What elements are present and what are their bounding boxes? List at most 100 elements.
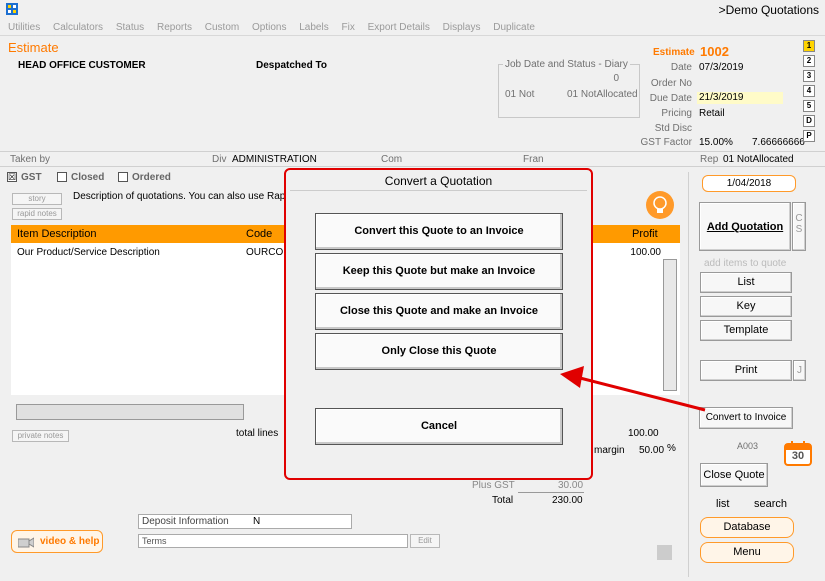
customer-name[interactable]: HEAD OFFICE CUSTOMER	[18, 60, 146, 71]
j-button[interactable]: J	[793, 360, 806, 381]
diary-count: 0	[613, 73, 619, 84]
diary-legend: Job Date and Status - Diary	[503, 59, 630, 70]
title-bar: >Demo Quotations	[0, 0, 825, 20]
keep-quote-make-invoice-option[interactable]: Keep this Quote but make an Invoice	[315, 253, 563, 290]
edit-button[interactable]: Edit	[410, 534, 440, 548]
video-help-button[interactable]: video & help	[11, 530, 103, 553]
total-label: Total	[492, 495, 514, 506]
col-profit[interactable]: Profit	[632, 228, 658, 240]
due-date-value[interactable]: 21/3/2019	[697, 92, 783, 104]
taken-by-label: Taken by	[10, 154, 51, 165]
menu-custom[interactable]: Custom	[205, 22, 239, 33]
video-help-label: video & help	[40, 536, 100, 547]
gst-factor-value: 15.00%	[699, 137, 733, 148]
margin-unit: %	[667, 443, 676, 454]
due-date-label: Due Date	[649, 93, 692, 104]
row-item: Our Product/Service Description	[17, 247, 160, 258]
menu-fix[interactable]: Fix	[342, 22, 355, 33]
ordered-checkbox[interactable]: Ordered	[118, 172, 171, 183]
margin-value: 50.00	[639, 445, 665, 456]
row-code: OURCO	[246, 247, 284, 258]
story-button[interactable]: story	[12, 193, 62, 205]
closed-checkbox[interactable]: Closed	[57, 172, 104, 183]
deposit-value: N	[253, 516, 261, 527]
ordered-label: Ordered	[132, 172, 171, 183]
only-close-quote-option[interactable]: Only Close this Quote	[315, 333, 563, 370]
private-notes-button[interactable]: private notes	[12, 430, 69, 442]
menu-button[interactable]: Menu	[700, 542, 794, 563]
estimate-number: 1002	[700, 44, 729, 59]
key-button[interactable]: Key	[700, 296, 792, 317]
despatched-to-label: Despatched To	[256, 60, 327, 71]
tab-d[interactable]: D	[803, 115, 815, 127]
add-quotation-button[interactable]: Add Quotation	[699, 202, 791, 251]
description-text: Description of quotations. You can also …	[73, 191, 286, 202]
convert-to-invoice-button[interactable]: Convert to Invoice	[699, 407, 793, 429]
com-label: Com	[381, 154, 403, 165]
page-tabs: 1 2 3 4 5 D P	[803, 40, 817, 142]
rapid-notes-button[interactable]: rapid notes	[12, 208, 62, 220]
add-items-hint: add items to quote	[704, 258, 787, 269]
cs-button[interactable]: C S	[792, 202, 806, 251]
menu-duplicate[interactable]: Duplicate	[493, 22, 535, 33]
deposit-field[interactable]: Deposit Information N	[138, 514, 352, 529]
tab-3[interactable]: 3	[803, 70, 815, 82]
lightbulb-icon[interactable]	[646, 191, 674, 219]
status-square	[657, 545, 672, 560]
template-button[interactable]: Template	[700, 320, 792, 341]
date-box[interactable]: 1/04/2018	[702, 175, 796, 192]
database-button[interactable]: Database	[700, 517, 794, 538]
rep-value[interactable]: 01 NotAllocated	[723, 154, 794, 165]
add-quotation-label: Add Quotation	[706, 221, 784, 233]
video-camera-icon	[17, 536, 35, 548]
totals-value: 100.00	[628, 428, 659, 439]
std-disc-label: Std Disc	[654, 123, 692, 134]
window-title: >Demo Quotations	[718, 3, 819, 17]
pricing-value[interactable]: Retail	[699, 108, 725, 119]
deposit-label: Deposit Information	[142, 516, 229, 527]
margin-label: margin	[594, 445, 625, 456]
list-link[interactable]: list	[716, 498, 729, 510]
terms-field[interactable]: Terms	[138, 534, 408, 548]
horizontal-scrollbar[interactable]	[16, 404, 244, 420]
menu-export-details[interactable]: Export Details	[368, 22, 430, 33]
diary-status: 01 NotAllocated	[567, 89, 638, 100]
tab-4[interactable]: 4	[803, 85, 815, 97]
app-logo-icon	[6, 3, 18, 15]
menu-calculators[interactable]: Calculators	[53, 22, 103, 33]
menu-utilities[interactable]: Utilities	[8, 22, 40, 33]
info-row: Taken by Div ADMINISTRATION Com Fran Rep…	[0, 151, 825, 167]
col-code[interactable]: Code	[246, 228, 272, 240]
menu-options[interactable]: Options	[252, 22, 286, 33]
date-value[interactable]: 07/3/2019	[699, 62, 744, 73]
search-link[interactable]: search	[754, 498, 787, 510]
diary-not: 01 Not	[505, 89, 535, 100]
calendar-icon[interactable]: 30	[784, 440, 812, 466]
menu-labels[interactable]: Labels	[299, 22, 328, 33]
close-quote-make-invoice-option[interactable]: Close this Quote and make an Invoice	[315, 293, 563, 330]
convert-quotation-dialog: Convert a Quotation Convert this Quote t…	[284, 168, 593, 480]
div-label: Div	[212, 154, 227, 165]
close-quote-button[interactable]: Close Quote	[700, 463, 768, 487]
totals-underline	[518, 492, 584, 493]
rep-label: Rep	[700, 154, 719, 165]
diary-box[interactable]: Job Date and Status - Diary 0 01 Not 01 …	[498, 59, 640, 118]
div-value[interactable]: ADMINISTRATION	[232, 154, 317, 165]
convert-to-invoice-option[interactable]: Convert this Quote to an Invoice	[315, 213, 563, 250]
cancel-button[interactable]: Cancel	[315, 408, 563, 445]
tab-p[interactable]: P	[803, 130, 815, 142]
col-item-description[interactable]: Item Description	[17, 228, 96, 240]
tab-2[interactable]: 2	[803, 55, 815, 67]
closed-label: Closed	[71, 172, 105, 183]
list-button[interactable]: List	[700, 272, 792, 293]
menu-bar: Utilities Calculators Status Reports Cus…	[0, 20, 825, 36]
tab-1[interactable]: 1	[803, 40, 815, 52]
menu-reports[interactable]: Reports	[157, 22, 192, 33]
menu-status[interactable]: Status	[116, 22, 144, 33]
menu-displays[interactable]: Displays	[443, 22, 481, 33]
tab-5[interactable]: 5	[803, 100, 815, 112]
gst-checkbox[interactable]: ☒ GST	[7, 172, 42, 183]
estimate-label: Estimate	[653, 47, 695, 58]
print-button[interactable]: Print	[700, 360, 792, 381]
record-code: A003	[737, 441, 759, 451]
